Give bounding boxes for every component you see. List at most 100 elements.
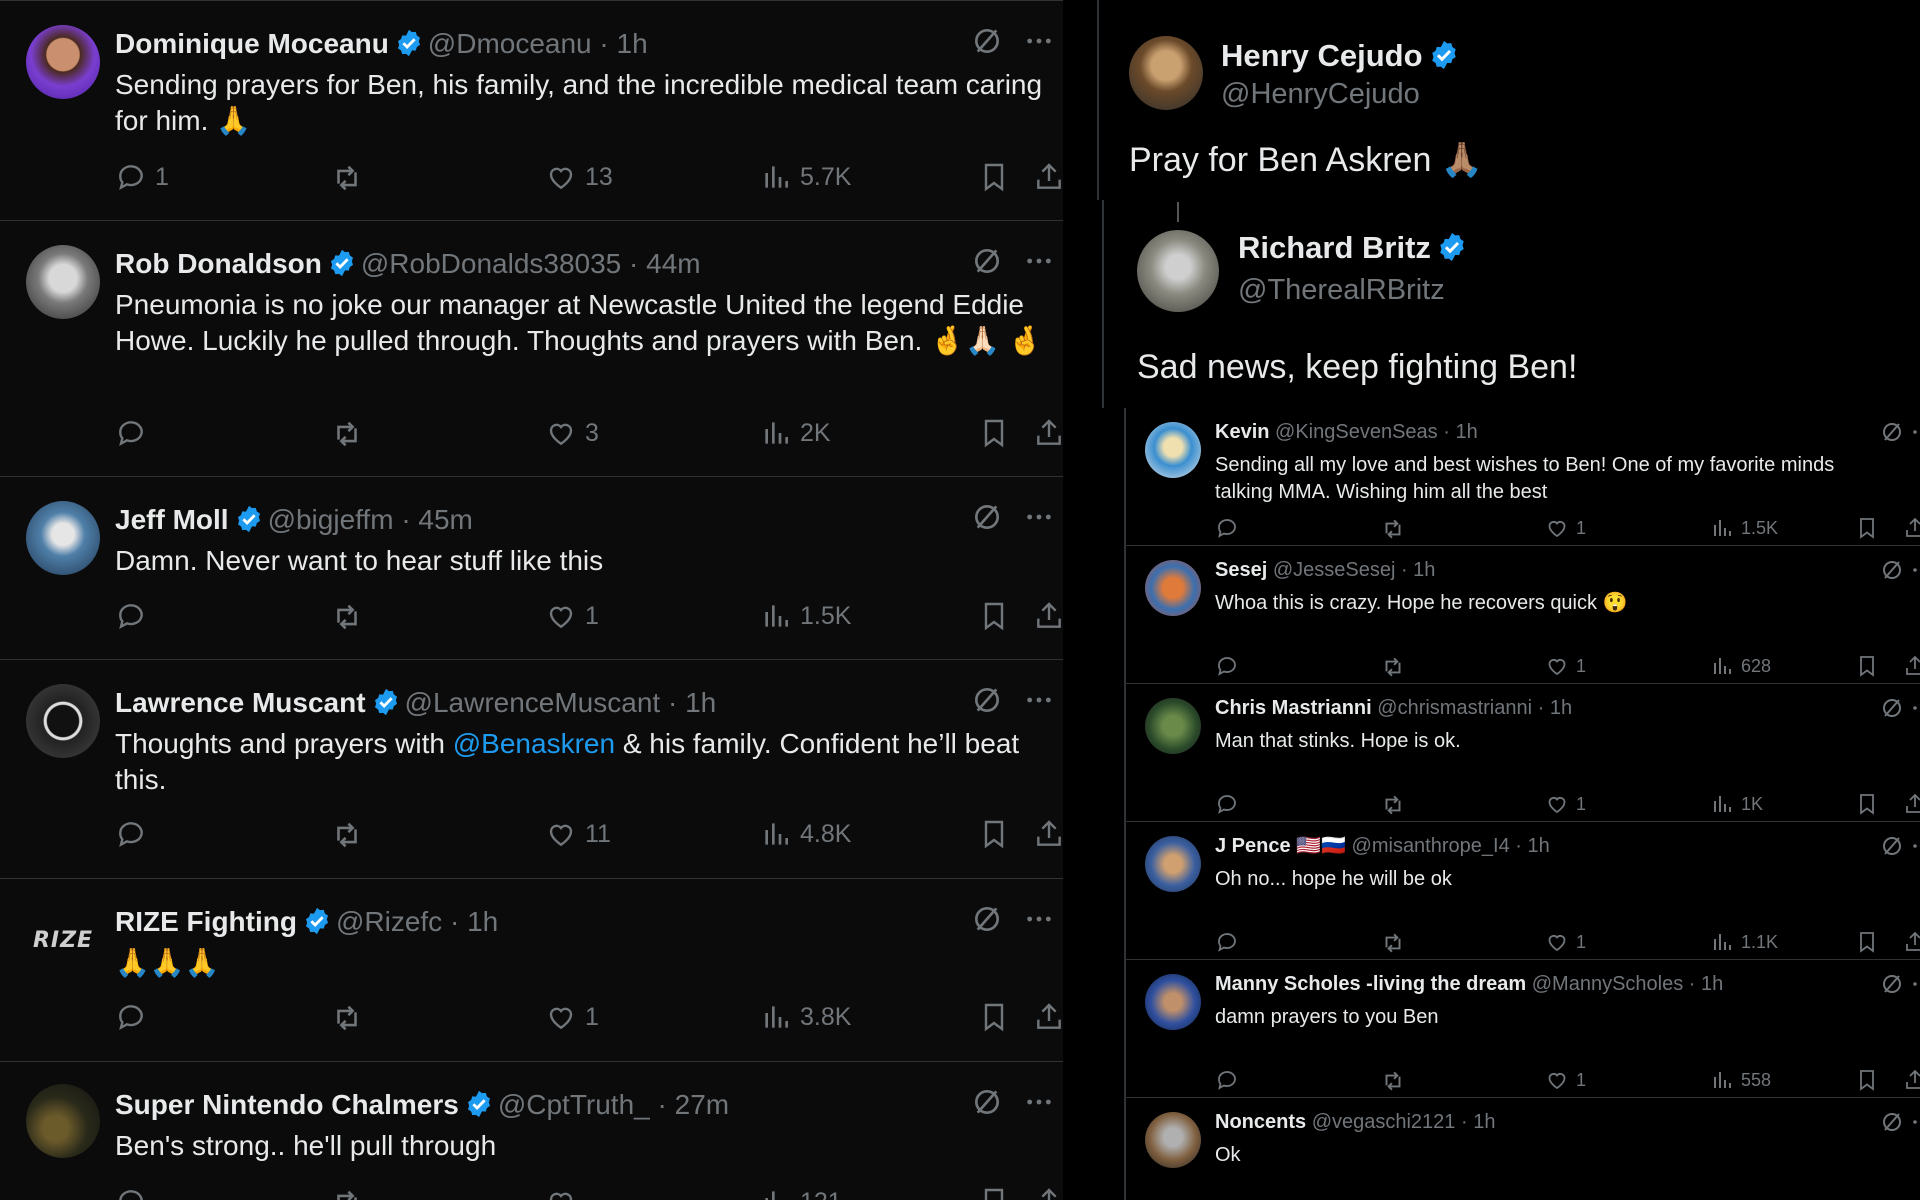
author-handle[interactable]: @CptTruth_ bbox=[498, 1089, 650, 1120]
reply-button[interactable] bbox=[1215, 930, 1239, 954]
like-button[interactable]: 1 bbox=[1545, 1068, 1586, 1092]
author-name[interactable]: Lawrence Muscant bbox=[115, 687, 366, 718]
views-button[interactable]: 558 bbox=[1710, 1068, 1771, 1092]
tweet[interactable]: Lawrence Muscant @LawrenceMuscant · 1h Th… bbox=[0, 660, 1063, 879]
avatar[interactable] bbox=[1145, 422, 1201, 478]
views-button[interactable]: 628 bbox=[1710, 654, 1771, 678]
more-options-icon[interactable] bbox=[1023, 245, 1055, 277]
bookmark-button[interactable] bbox=[978, 818, 1010, 850]
bookmark-button[interactable] bbox=[978, 600, 1010, 632]
grok-icon[interactable] bbox=[971, 1086, 1003, 1118]
timestamp[interactable]: · 1h bbox=[1461, 1111, 1495, 1133]
avatar[interactable] bbox=[26, 501, 100, 575]
reply-item[interactable]: Noncents @vegaschi2121 · 1h Ok bbox=[1125, 1098, 1920, 1200]
views-button[interactable]: 5.7K bbox=[760, 161, 851, 193]
author-handle[interactable]: @HenryCejudo bbox=[1221, 78, 1420, 111]
reply-button[interactable] bbox=[1215, 1068, 1239, 1092]
reply-button[interactable] bbox=[115, 1001, 155, 1033]
grok-icon[interactable] bbox=[971, 501, 1003, 533]
avatar[interactable] bbox=[1129, 36, 1203, 110]
author-handle[interactable]: @KingSevenSeas bbox=[1275, 421, 1438, 443]
share-button[interactable] bbox=[1903, 654, 1920, 678]
views-button[interactable]: 1.5K bbox=[1710, 516, 1778, 540]
share-button[interactable] bbox=[1033, 600, 1063, 632]
bookmark-button[interactable] bbox=[1855, 1068, 1879, 1092]
bookmark-button[interactable] bbox=[978, 1001, 1010, 1033]
grok-icon[interactable] bbox=[1880, 420, 1904, 444]
reply-button[interactable] bbox=[1215, 654, 1239, 678]
avatar[interactable] bbox=[1137, 230, 1219, 312]
like-button[interactable]: 1 bbox=[545, 600, 599, 632]
share-button[interactable] bbox=[1033, 818, 1063, 850]
author-name[interactable]: Jeff Moll bbox=[115, 504, 229, 535]
author-handle[interactable]: @bigjeffm bbox=[268, 504, 394, 535]
timestamp[interactable]: · 27m bbox=[658, 1089, 730, 1120]
like-button[interactable]: 3 bbox=[545, 417, 599, 449]
repost-button[interactable] bbox=[330, 417, 372, 451]
like-button[interactable]: 1 bbox=[1545, 516, 1586, 540]
more-options-icon[interactable] bbox=[1910, 420, 1920, 444]
reply-button[interactable] bbox=[115, 417, 155, 449]
views-button[interactable]: 1.5K bbox=[760, 600, 851, 632]
reply-item[interactable]: Kevin @KingSevenSeas · 1h Sending all my … bbox=[1125, 408, 1920, 546]
author-name[interactable]: Henry Cejudo bbox=[1221, 38, 1423, 73]
bookmark-button[interactable] bbox=[978, 417, 1010, 449]
more-options-icon[interactable] bbox=[1910, 696, 1920, 720]
grok-icon[interactable] bbox=[1880, 1110, 1904, 1134]
grok-icon[interactable] bbox=[971, 684, 1003, 716]
like-button[interactable]: 1 bbox=[545, 1001, 599, 1033]
avatar[interactable] bbox=[26, 1084, 100, 1158]
share-button[interactable] bbox=[1903, 792, 1920, 816]
repost-button[interactable] bbox=[1380, 654, 1406, 680]
views-button[interactable]: 2K bbox=[760, 417, 831, 449]
grok-icon[interactable] bbox=[1880, 558, 1904, 582]
bookmark-button[interactable] bbox=[1855, 516, 1879, 540]
avatar[interactable] bbox=[1145, 1112, 1201, 1168]
share-button[interactable] bbox=[1903, 1068, 1920, 1092]
author-handle[interactable]: @vegaschi2121 bbox=[1312, 1111, 1456, 1133]
tweet[interactable]: Dominique Moceanu @Dmoceanu · 1h Sending … bbox=[0, 0, 1063, 221]
timestamp[interactable]: · 1h bbox=[599, 28, 647, 59]
avatar[interactable] bbox=[26, 25, 100, 99]
author-name[interactable]: Manny Scholes -living the dream bbox=[1215, 973, 1526, 995]
grok-icon[interactable] bbox=[971, 903, 1003, 935]
mention-link[interactable]: @Benaskren bbox=[453, 728, 615, 759]
avatar[interactable] bbox=[26, 684, 100, 758]
views-button[interactable]: 1K bbox=[1710, 792, 1763, 816]
like-button[interactable] bbox=[545, 1186, 577, 1200]
more-options-icon[interactable] bbox=[1910, 972, 1920, 996]
more-options-icon[interactable] bbox=[1910, 558, 1920, 582]
share-button[interactable] bbox=[1903, 930, 1920, 954]
reply-button[interactable] bbox=[1215, 792, 1239, 816]
author-handle[interactable]: @RobDonalds38035 bbox=[361, 248, 621, 279]
like-button[interactable]: 1 bbox=[1545, 792, 1586, 816]
author-handle[interactable]: @Rizefc bbox=[336, 906, 442, 937]
more-options-icon[interactable] bbox=[1023, 903, 1055, 935]
author-name[interactable]: Noncents bbox=[1215, 1111, 1306, 1133]
author-name[interactable]: Rob Donaldson bbox=[115, 248, 322, 279]
tweet[interactable]: RIZE RIZE Fighting @Rizefc · 1h 🙏🙏🙏 1 3.8… bbox=[0, 879, 1063, 1062]
reply-item[interactable]: Manny Scholes -living the dream @MannySc… bbox=[1125, 960, 1920, 1098]
grok-icon[interactable] bbox=[971, 245, 1003, 277]
views-button[interactable]: 4.8K bbox=[760, 818, 851, 850]
grok-icon[interactable] bbox=[1880, 972, 1904, 996]
timestamp[interactable]: · 1h bbox=[450, 906, 498, 937]
main-tweet[interactable]: Richard Britz @TherealRBritz Sad news, k… bbox=[1097, 200, 1920, 408]
author-name[interactable]: Kevin bbox=[1215, 421, 1269, 443]
author-name[interactable]: Dominique Moceanu bbox=[115, 28, 389, 59]
repost-button[interactable] bbox=[1380, 1068, 1406, 1094]
grok-icon[interactable] bbox=[1880, 834, 1904, 858]
author-handle[interactable]: @TherealRBritz bbox=[1238, 274, 1445, 307]
avatar[interactable] bbox=[1145, 560, 1201, 616]
timestamp[interactable]: · 1h bbox=[1538, 697, 1572, 719]
grok-icon[interactable] bbox=[1880, 696, 1904, 720]
share-button[interactable] bbox=[1033, 161, 1063, 193]
author-handle[interactable]: @misanthrope_I4 bbox=[1352, 835, 1510, 857]
views-button[interactable]: 3.8K bbox=[760, 1001, 851, 1033]
more-options-icon[interactable] bbox=[1023, 684, 1055, 716]
author-handle[interactable]: @JesseSesej bbox=[1273, 559, 1396, 581]
timestamp[interactable]: · 1h bbox=[668, 687, 716, 718]
avatar[interactable] bbox=[1145, 836, 1201, 892]
author-handle[interactable]: @Dmoceanu bbox=[428, 28, 592, 59]
author-handle[interactable]: @MannyScholes bbox=[1532, 973, 1683, 995]
